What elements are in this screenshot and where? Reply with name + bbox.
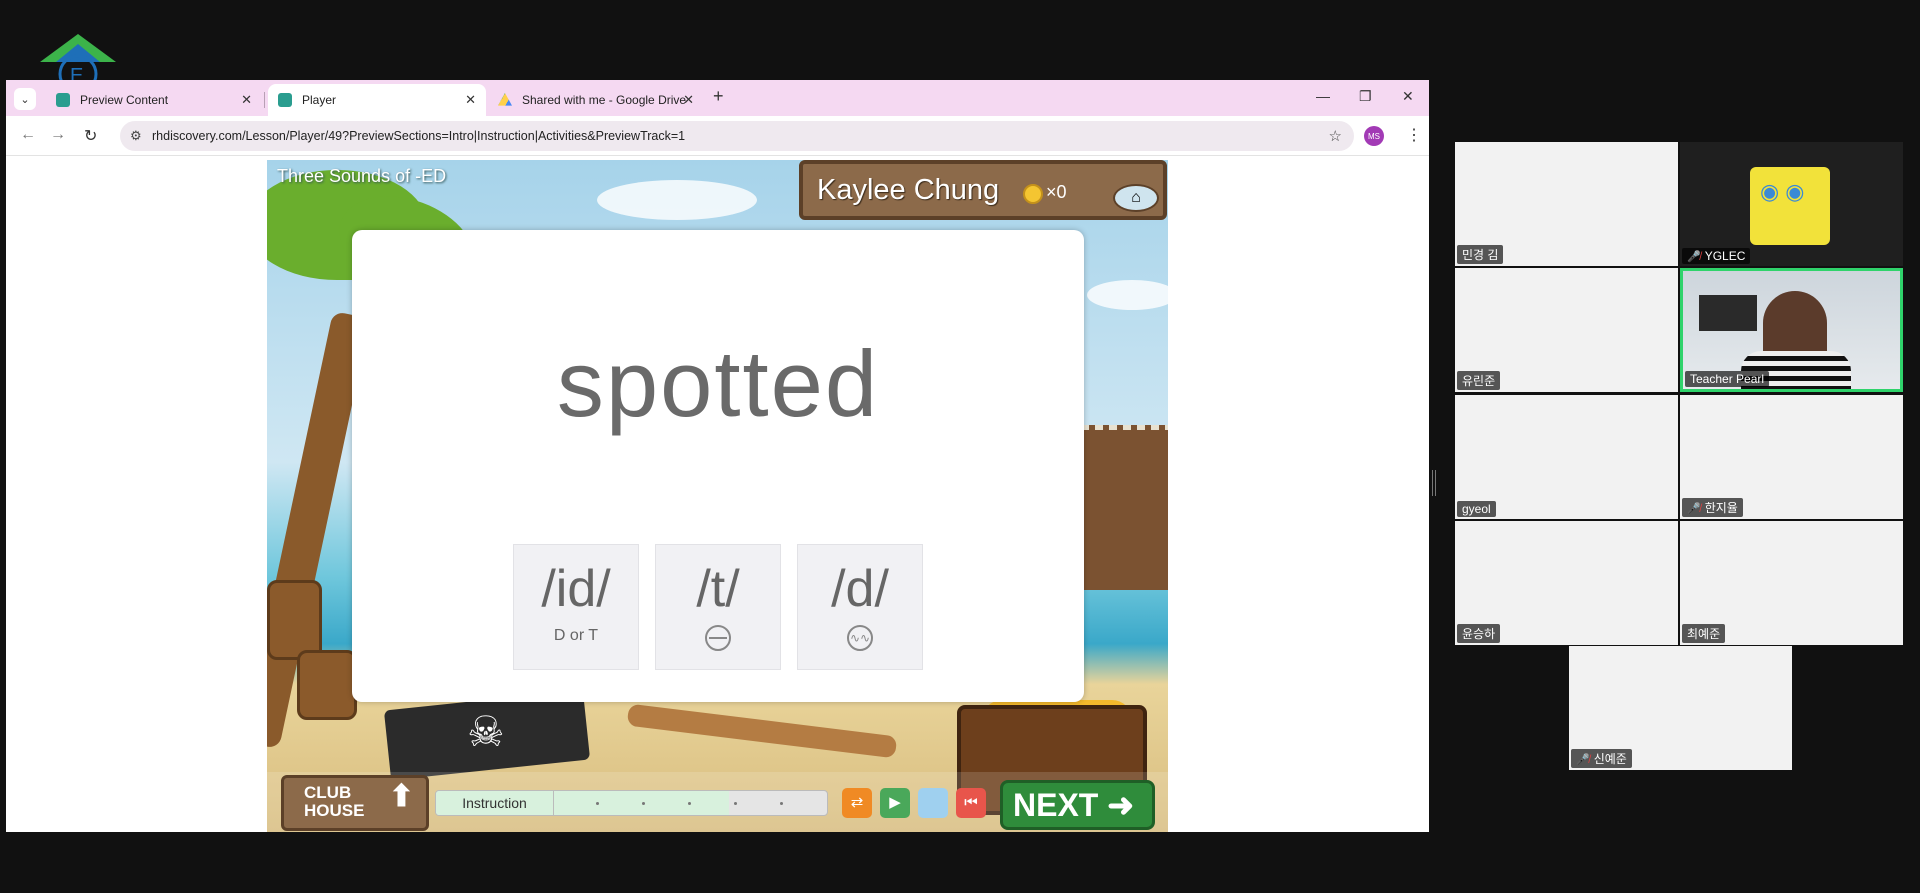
tab-search-button[interactable]: ⌄: [14, 88, 36, 110]
play-button[interactable]: ▶: [880, 788, 910, 818]
participant-name: 민경 김: [1457, 245, 1504, 264]
restart-button[interactable]: ⏮: [956, 788, 986, 818]
url-text[interactable]: rhdiscovery.com/Lesson/Player/49?Preview…: [152, 129, 685, 143]
participant-name: 윤승하: [1457, 624, 1501, 643]
panel-splitter-handle[interactable]: [1432, 470, 1436, 496]
close-tab-icon[interactable]: ✕: [683, 92, 694, 108]
choice-sound: /id/: [541, 560, 611, 618]
next-label: NEXT: [1013, 787, 1099, 823]
student-sign: Kaylee Chung ×0 ⌂: [799, 160, 1167, 220]
coin-count: ×0: [1046, 182, 1067, 202]
clubhouse-button[interactable]: CLUB HOUSE ⬆: [281, 775, 429, 831]
profile-avatar[interactable]: MS: [1364, 126, 1384, 146]
lesson-player: ☠ Three Sounds of -ED Kaylee Chung ×0 ⌂ …: [267, 160, 1168, 832]
tab-title: Shared with me - Google Drive: [522, 93, 687, 107]
close-tab-icon[interactable]: ✕: [465, 92, 476, 108]
site-info-icon[interactable]: ⚙: [130, 128, 142, 144]
spongebob-avatar: [1750, 167, 1830, 245]
butterfly-icon: [56, 93, 70, 107]
skull-icon: ☠: [467, 708, 505, 755]
lesson-title: Three Sounds of -ED: [277, 166, 447, 186]
word-card: spotted /id/ D or T /t/ /d/ ∿∿: [352, 230, 1084, 702]
choice-hint: D or T: [553, 627, 599, 644]
muted-mic-icon: 🎤̸: [1687, 503, 1701, 515]
participant-tile[interactable]: 윤승하: [1455, 521, 1678, 645]
repeat-button[interactable]: ⇄: [842, 788, 872, 818]
voiced-wave-icon: ∿∿: [847, 625, 873, 651]
wall-tv: [1699, 295, 1757, 331]
barrel: [297, 650, 357, 720]
participant-name: 🎤̸ 한지율: [1682, 498, 1743, 517]
oar: [626, 703, 898, 759]
cloud: [597, 180, 757, 220]
tab-title: Preview Content: [80, 93, 169, 107]
google-drive-icon: [498, 93, 512, 106]
progress-dot: [688, 802, 691, 805]
participant-name: 최예준: [1682, 624, 1726, 643]
tab-player[interactable]: Player ✕: [268, 84, 486, 116]
muted-mic-icon: 🎤̸: [1687, 251, 1701, 263]
choice-d-sound[interactable]: /d/ ∿∿: [797, 544, 923, 670]
browser-toolbar: ← → ↻ ⚙ rhdiscovery.com/Lesson/Player/49…: [6, 116, 1429, 156]
tab-strip: ⌄ Preview Content ✕ Player ✕ Shared with…: [6, 80, 1429, 116]
participant-name: 🎤̸ YGLEC: [1682, 248, 1751, 264]
participant-tile[interactable]: 🎤̸YGLEC: [1680, 142, 1903, 266]
progress-dot: [734, 802, 737, 805]
house-arrow-icon: ⬆: [388, 780, 414, 813]
tab-title: Player: [302, 93, 337, 107]
reload-icon[interactable]: ↻: [84, 126, 97, 146]
participant-name: 🎤̸ 신예준: [1571, 749, 1632, 768]
choice-id-sound[interactable]: /id/ D or T: [513, 544, 639, 670]
participant-tile[interactable]: 🎤̸ 한지율: [1680, 395, 1903, 519]
forward-icon[interactable]: →: [50, 126, 66, 144]
participant-tile[interactable]: 최예준: [1680, 521, 1903, 645]
screen: E ⌄ Preview Content ✕ Player ✕ Shared wi…: [0, 0, 1920, 893]
progress-label: Instruction: [436, 791, 554, 815]
arrow-right-icon: ➜: [1107, 787, 1135, 823]
tab-google-drive[interactable]: Shared with me - Google Drive ✕: [488, 84, 704, 116]
browser-menu-icon[interactable]: ⋮: [1406, 125, 1422, 145]
participant-name: 유린준: [1457, 371, 1501, 390]
participant-tile[interactable]: 유린준: [1455, 268, 1678, 392]
new-tab-button[interactable]: +: [713, 86, 724, 107]
close-window-icon[interactable]: ✕: [1402, 88, 1414, 105]
choice-sound: /d/: [831, 560, 889, 618]
back-icon[interactable]: ←: [20, 126, 36, 144]
progress-dot: [596, 802, 599, 805]
choice-sound: /t/: [696, 560, 740, 618]
progress-dot: [642, 802, 645, 805]
close-tab-icon[interactable]: ✕: [241, 92, 252, 108]
muted-mic-icon: 🎤̸: [1576, 754, 1590, 766]
tab-divider: [264, 92, 265, 108]
butterfly-icon: [278, 93, 292, 107]
student-name: Kaylee Chung: [817, 174, 1000, 206]
next-button[interactable]: NEXT ➜: [1000, 780, 1155, 830]
minimize-icon[interactable]: —: [1316, 88, 1330, 104]
section-progress-bar: Instruction: [435, 790, 828, 816]
restore-icon[interactable]: ❐: [1359, 88, 1372, 105]
barrel: [267, 580, 322, 660]
participant-name: Teacher Pearl: [1685, 371, 1770, 387]
participant-name: gyeol: [1457, 501, 1496, 517]
progress-dot: [780, 802, 783, 805]
participant-tile[interactable]: 민경 김: [1455, 142, 1678, 266]
participant-tile[interactable]: 🎤̸ 신예준: [1569, 646, 1792, 770]
bookmark-star-icon[interactable]: ☆: [1329, 127, 1342, 145]
target-word: spotted: [556, 331, 880, 436]
coin-icon: [1023, 184, 1043, 204]
stop-button[interactable]: [918, 788, 948, 818]
home-island-icon[interactable]: ⌂: [1113, 184, 1159, 212]
cloud: [1087, 280, 1168, 310]
video-gallery: 민경 김 🎤̸YGLEC 유린준 Teacher Pearl gyeol 🎤̸한…: [1455, 142, 1905, 772]
participant-tile[interactable]: gyeol: [1455, 395, 1678, 519]
choice-t-sound[interactable]: /t/: [655, 544, 781, 670]
participant-tile-active-speaker[interactable]: Teacher Pearl: [1680, 268, 1903, 392]
address-bar[interactable]: ⚙ rhdiscovery.com/Lesson/Player/49?Previ…: [120, 121, 1354, 151]
unvoiced-icon: [705, 625, 731, 651]
tab-preview-content[interactable]: Preview Content ✕: [46, 84, 262, 116]
